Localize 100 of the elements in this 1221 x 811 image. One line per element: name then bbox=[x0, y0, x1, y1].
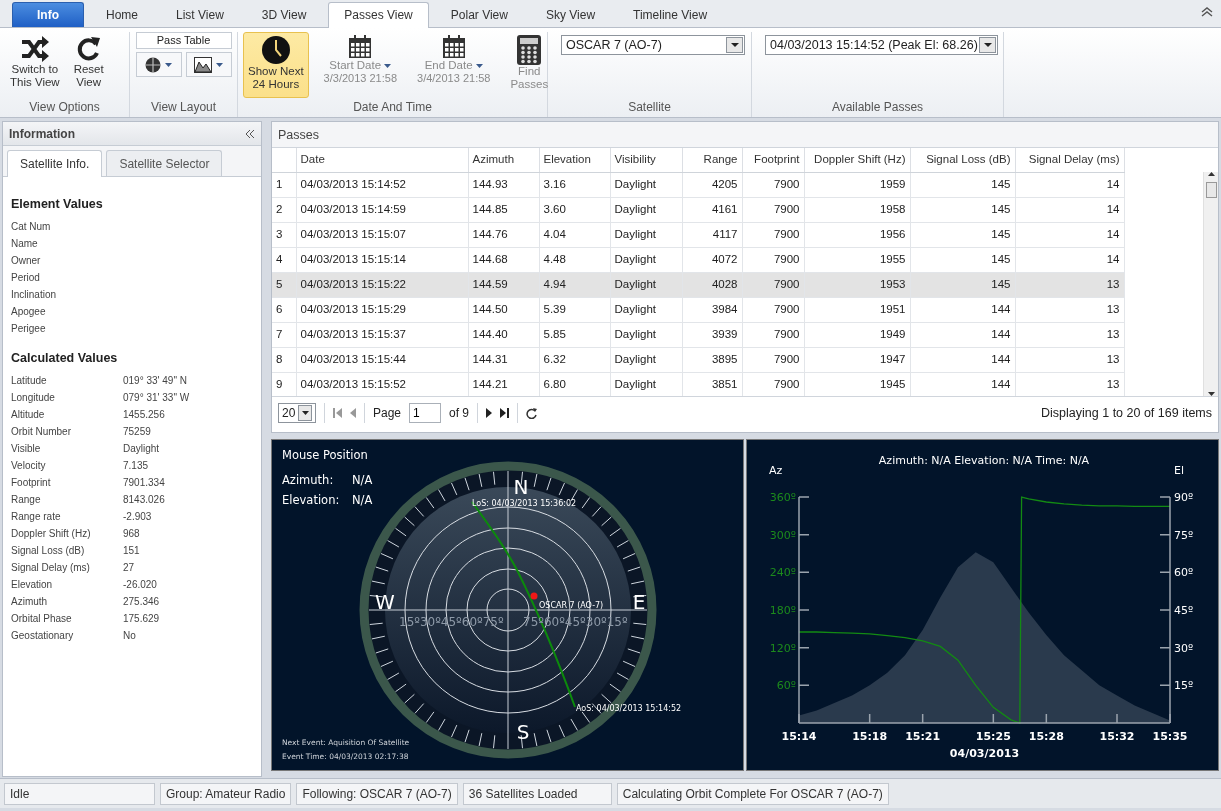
field-value: 75259 bbox=[123, 424, 151, 439]
scrollbar[interactable] bbox=[1203, 172, 1218, 396]
table-cell: Daylight bbox=[610, 197, 682, 222]
page-label: Page bbox=[373, 405, 402, 422]
ribbon-tab[interactable]: 3D View bbox=[245, 2, 323, 27]
calendar-icon bbox=[441, 35, 466, 59]
scroll-down-icon[interactable] bbox=[1207, 392, 1215, 396]
table-cell: 145 bbox=[910, 172, 1015, 197]
field-label: Range rate bbox=[11, 509, 62, 524]
row-number: 9 bbox=[272, 372, 296, 396]
column-header[interactable]: Date bbox=[296, 148, 468, 172]
table-cell: 14 bbox=[1015, 222, 1124, 247]
column-header[interactable]: Azimuth bbox=[468, 148, 539, 172]
table-cell: 4161 bbox=[682, 197, 742, 222]
panel-title: Mouse Position bbox=[282, 448, 368, 462]
axis-tick-label: 360º bbox=[769, 491, 796, 504]
clock-icon bbox=[260, 35, 291, 65]
ribbon-tab[interactable]: Home bbox=[90, 2, 154, 27]
ribbon-tab[interactable]: List View bbox=[160, 2, 240, 27]
table-cell: Daylight bbox=[610, 222, 682, 247]
section-heading: Calculated Values bbox=[11, 349, 119, 367]
field-value: 7.135 bbox=[123, 458, 149, 473]
page-input[interactable]: 1 bbox=[409, 403, 442, 423]
table-cell: 4072 bbox=[682, 247, 742, 272]
table-cell: 7900 bbox=[742, 197, 804, 222]
status-field: Calculating Orbit Complete For OSCAR 7 (AO-7) bbox=[616, 782, 889, 805]
column-header[interactable]: Elevation bbox=[539, 148, 610, 172]
chart-title: Azimuth: N/A Elevation: N/A Time: N/A bbox=[878, 454, 1090, 467]
table-cell: 1956 bbox=[804, 222, 910, 247]
first-page-icon[interactable] bbox=[333, 408, 342, 418]
column-header[interactable]: Visibility bbox=[610, 148, 682, 172]
panel-tab[interactable]: Satellite Selector bbox=[106, 150, 223, 176]
page-size-dropdown[interactable]: 20 bbox=[278, 403, 316, 423]
field-label: Velocity bbox=[11, 458, 47, 473]
next-page-icon[interactable] bbox=[486, 408, 493, 418]
panel-tab[interactable]: Satellite Info. bbox=[7, 150, 103, 177]
axis-tick-label: 300º bbox=[769, 528, 796, 542]
compass-label: N bbox=[513, 475, 529, 499]
compass-label: W bbox=[375, 590, 395, 614]
field-value: 8143.026 bbox=[123, 492, 165, 507]
table-cell: 7900 bbox=[742, 247, 804, 272]
table-cell: 13 bbox=[1015, 372, 1124, 396]
table-cell: 7900 bbox=[742, 297, 804, 322]
previous-page-icon[interactable] bbox=[350, 408, 356, 418]
app-menu-button[interactable]: Info bbox=[12, 2, 84, 27]
field-label: Apogee bbox=[11, 304, 47, 319]
refresh-icon[interactable] bbox=[526, 407, 538, 419]
table-cell: 14 bbox=[1015, 172, 1124, 197]
table-cell: 13 bbox=[1015, 322, 1124, 347]
table-cell: 04/03/2013 15:15:22 bbox=[296, 272, 468, 297]
ribbon-tab[interactable]: Sky View bbox=[529, 2, 612, 27]
column-header[interactable]: Signal Delay (ms) bbox=[1015, 148, 1124, 172]
scroll-thumb[interactable] bbox=[1205, 182, 1217, 198]
column-header[interactable]: Range bbox=[682, 148, 742, 172]
reset-view-button[interactable]: Reset View bbox=[68, 32, 109, 98]
column-header[interactable]: Signal Loss (dB) bbox=[910, 148, 1015, 172]
group-label: Available Passes bbox=[830, 99, 925, 116]
field-label: Range bbox=[11, 492, 42, 507]
group-label: Satellite bbox=[627, 99, 672, 116]
last-page-icon[interactable] bbox=[500, 408, 510, 418]
ribbon-tab[interactable]: Passes View bbox=[328, 2, 429, 28]
satellite-dropdown[interactable]: OSCAR 7 (AO-7) bbox=[561, 35, 745, 55]
table-cell: 1945 bbox=[804, 372, 910, 396]
table-cell: 3984 bbox=[682, 297, 742, 322]
table-cell: 04/03/2013 15:15:44 bbox=[296, 347, 468, 372]
table-cell: 04/03/2013 15:15:07 bbox=[296, 222, 468, 247]
field-label: Cat Num bbox=[11, 219, 52, 234]
table-cell: 3851 bbox=[682, 372, 742, 396]
collapse-icon[interactable] bbox=[1201, 6, 1213, 17]
row-number: 1 bbox=[272, 172, 296, 197]
field-label: Elevation bbox=[11, 577, 54, 592]
table-cell: Daylight bbox=[610, 247, 682, 272]
table-cell: Daylight bbox=[610, 372, 682, 396]
table-cell: 144 bbox=[910, 297, 1015, 322]
column-header[interactable]: Doppler Shift (Hz) bbox=[804, 148, 910, 172]
collapse-panel-icon[interactable] bbox=[245, 128, 255, 139]
table-cell: 145 bbox=[910, 222, 1015, 247]
axis-tick-label: 60º bbox=[776, 679, 796, 693]
row-number: 4 bbox=[272, 247, 296, 272]
ribbon-tab[interactable]: Polar View bbox=[434, 2, 524, 27]
field-label: Name bbox=[11, 236, 39, 251]
switch-view-button[interactable]: Switch to This View bbox=[5, 32, 65, 98]
table-cell: 145 bbox=[910, 197, 1015, 222]
layout-dropdown[interactable] bbox=[135, 52, 182, 77]
passes-dropdown[interactable]: 04/03/2013 15:14:52 (Peak El: 68.26) bbox=[765, 35, 998, 55]
table-cell: 13 bbox=[1015, 297, 1124, 322]
panel-title: Passes bbox=[272, 122, 1218, 148]
table-cell: 7900 bbox=[742, 172, 804, 197]
table-cell: Daylight bbox=[610, 322, 682, 347]
table-cell: 13 bbox=[1015, 272, 1124, 297]
axis-tick-label: 180º bbox=[769, 604, 796, 617]
chart-dropdown[interactable] bbox=[185, 52, 232, 77]
field-label: Longitude bbox=[11, 390, 56, 405]
compass-label: E bbox=[632, 590, 646, 614]
row-number: 6 bbox=[272, 297, 296, 322]
column-header[interactable]: Footprint bbox=[742, 148, 804, 172]
table-cell: 6.32 bbox=[539, 347, 610, 372]
ribbon-tab[interactable]: Timeline View bbox=[617, 2, 724, 27]
show-next-button[interactable]: Show Next 24 Hours bbox=[243, 32, 309, 98]
scroll-up-icon[interactable] bbox=[1207, 172, 1215, 176]
